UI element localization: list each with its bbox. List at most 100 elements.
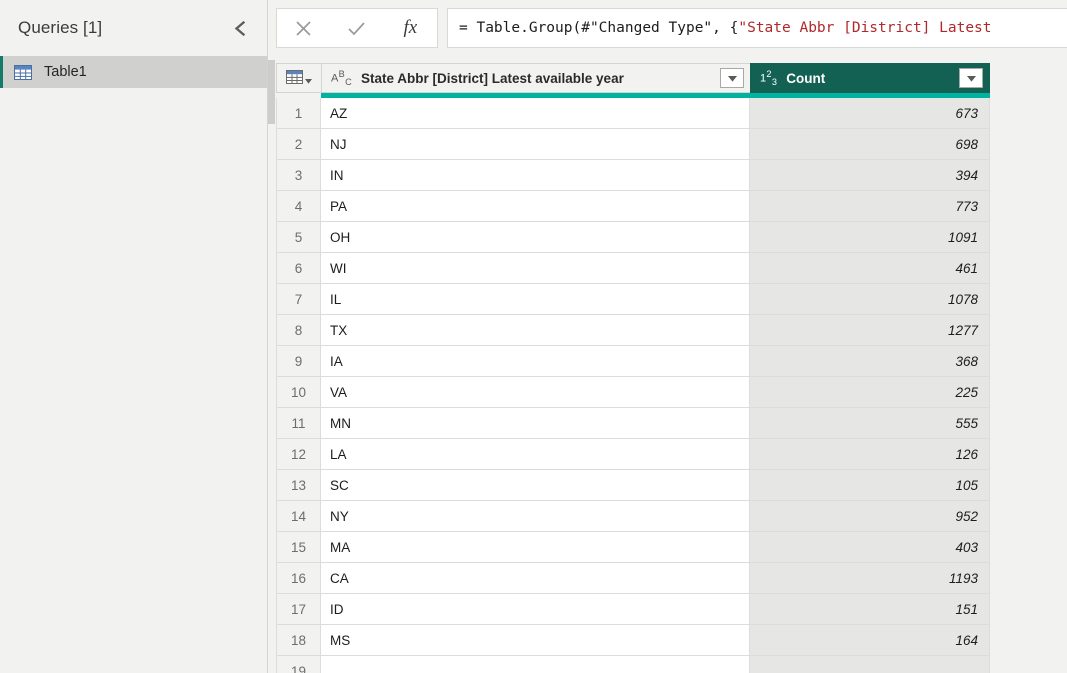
cell-count[interactable]: 394: [750, 160, 990, 191]
cell-count[interactable]: 164: [750, 625, 990, 656]
cancel-formula-button[interactable]: [277, 9, 330, 47]
cell-state-abbr[interactable]: [321, 656, 750, 673]
row-number-cell[interactable]: 4: [276, 191, 321, 222]
column-filter-button-state-abbr[interactable]: [720, 68, 744, 88]
table-row[interactable]: 14NY952: [276, 501, 1067, 532]
row-number-cell[interactable]: 5: [276, 222, 321, 253]
row-filler: [990, 563, 1067, 594]
row-number-cell[interactable]: 17: [276, 594, 321, 625]
cell-state-abbr[interactable]: LA: [321, 439, 750, 470]
row-number-cell[interactable]: 14: [276, 501, 321, 532]
cell-state-abbr[interactable]: WI: [321, 253, 750, 284]
table-row[interactable]: 12LA126: [276, 439, 1067, 470]
row-number-cell[interactable]: 16: [276, 563, 321, 594]
cell-state-abbr[interactable]: SC: [321, 470, 750, 501]
table-row[interactable]: 1AZ673: [276, 98, 1067, 129]
collapse-pane-button[interactable]: [227, 15, 253, 41]
cell-state-abbr[interactable]: ID: [321, 594, 750, 625]
cell-state-abbr[interactable]: OH: [321, 222, 750, 253]
cell-count[interactable]: 952: [750, 501, 990, 532]
cell-state-abbr[interactable]: NY: [321, 501, 750, 532]
cell-state-abbr[interactable]: VA: [321, 377, 750, 408]
table-row[interactable]: 13SC105: [276, 470, 1067, 501]
cell-state-abbr[interactable]: AZ: [321, 98, 750, 129]
row-number-cell[interactable]: 6: [276, 253, 321, 284]
chevron-left-icon: [234, 21, 247, 36]
row-number-cell[interactable]: 8: [276, 315, 321, 346]
cell-state-abbr[interactable]: CA: [321, 563, 750, 594]
column-header-label: State Abbr [District] Latest available y…: [361, 71, 716, 86]
row-number-cell[interactable]: 18: [276, 625, 321, 656]
row-filler: [990, 501, 1067, 532]
table-row[interactable]: 7IL1078: [276, 284, 1067, 315]
table-row[interactable]: 4PA773: [276, 191, 1067, 222]
cell-count[interactable]: 673: [750, 98, 990, 129]
cell-count[interactable]: 773: [750, 191, 990, 222]
row-number-cell[interactable]: 7: [276, 284, 321, 315]
cell-state-abbr[interactable]: PA: [321, 191, 750, 222]
row-number-cell[interactable]: 3: [276, 160, 321, 191]
table-row[interactable]: 3IN394: [276, 160, 1067, 191]
column-header-label: Count: [786, 71, 955, 86]
cell-count[interactable]: 1091: [750, 222, 990, 253]
table-row[interactable]: 9IA368: [276, 346, 1067, 377]
whole-number-type-icon: 123: [760, 69, 777, 87]
cell-state-abbr[interactable]: IL: [321, 284, 750, 315]
row-number-cell[interactable]: 1: [276, 98, 321, 129]
cell-state-abbr[interactable]: NJ: [321, 129, 750, 160]
table-row[interactable]: 5OH1091: [276, 222, 1067, 253]
table-row[interactable]: 10VA225: [276, 377, 1067, 408]
cell-count[interactable]: 151: [750, 594, 990, 625]
row-filler: [990, 470, 1067, 501]
cell-count[interactable]: 105: [750, 470, 990, 501]
table-row[interactable]: 17ID151: [276, 594, 1067, 625]
cell-state-abbr[interactable]: MA: [321, 532, 750, 563]
data-grid: ABC State Abbr [District] Latest availab…: [276, 63, 1067, 673]
commit-formula-button[interactable]: [330, 9, 383, 47]
table-row[interactable]: 11MN555: [276, 408, 1067, 439]
table-row[interactable]: 2NJ698: [276, 129, 1067, 160]
row-filler: [990, 439, 1067, 470]
row-number-cell[interactable]: 12: [276, 439, 321, 470]
column-header-state-abbr[interactable]: ABC State Abbr [District] Latest availab…: [321, 63, 750, 93]
query-item-table1[interactable]: Table1: [0, 56, 267, 88]
row-number-cell[interactable]: 15: [276, 532, 321, 563]
row-number-cell[interactable]: 9: [276, 346, 321, 377]
row-number-cell[interactable]: 10: [276, 377, 321, 408]
check-icon: [347, 20, 366, 37]
insert-step-fx-button[interactable]: fx: [384, 9, 437, 47]
cell-count[interactable]: 555: [750, 408, 990, 439]
cell-count[interactable]: 698: [750, 129, 990, 160]
cell-state-abbr[interactable]: MS: [321, 625, 750, 656]
formula-input[interactable]: = Table.Group(#"Changed Type", {"State A…: [447, 8, 1067, 48]
cell-state-abbr[interactable]: IN: [321, 160, 750, 191]
table-row[interactable]: 8TX1277: [276, 315, 1067, 346]
row-filler: [990, 315, 1067, 346]
cell-state-abbr[interactable]: TX: [321, 315, 750, 346]
table-row[interactable]: 6WI461: [276, 253, 1067, 284]
queries-pane-scrollbar-thumb[interactable]: [268, 60, 275, 124]
cell-state-abbr[interactable]: MN: [321, 408, 750, 439]
row-number-cell[interactable]: 11: [276, 408, 321, 439]
cell-count[interactable]: 126: [750, 439, 990, 470]
table-row[interactable]: 18MS164: [276, 625, 1067, 656]
row-number-cell[interactable]: 19: [276, 656, 321, 673]
cell-count[interactable]: 461: [750, 253, 990, 284]
table-row[interactable]: 16CA1193: [276, 563, 1067, 594]
row-filler: [990, 656, 1067, 673]
row-number-cell[interactable]: 2: [276, 129, 321, 160]
cell-count[interactable]: 1277: [750, 315, 990, 346]
cell-count[interactable]: [750, 656, 990, 673]
table-row[interactable]: 15MA403: [276, 532, 1067, 563]
cell-count[interactable]: 368: [750, 346, 990, 377]
row-number-cell[interactable]: 13: [276, 470, 321, 501]
cell-count[interactable]: 403: [750, 532, 990, 563]
column-filter-button-count[interactable]: [959, 68, 983, 88]
column-header-count[interactable]: 123 Count: [750, 63, 990, 93]
select-all-corner-cell[interactable]: [276, 63, 321, 93]
table-row[interactable]: 19: [276, 656, 1067, 673]
cell-state-abbr[interactable]: IA: [321, 346, 750, 377]
cell-count[interactable]: 1078: [750, 284, 990, 315]
cell-count[interactable]: 225: [750, 377, 990, 408]
cell-count[interactable]: 1193: [750, 563, 990, 594]
